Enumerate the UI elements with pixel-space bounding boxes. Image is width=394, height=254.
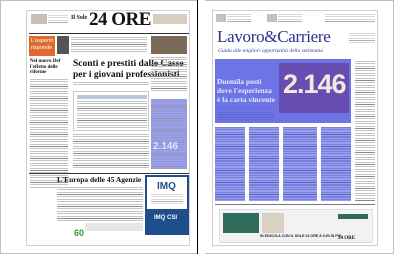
promo-book-cover: [223, 213, 259, 233]
highlight-number: 2.146: [153, 141, 179, 152]
lead-headline-2: dove l'esperienza: [217, 86, 272, 95]
article-block-2: [249, 127, 279, 201]
footer-number: 60: [74, 228, 85, 238]
lead-standfirst: [217, 107, 275, 121]
promo-badge: [338, 214, 368, 219]
bottom-rule: [215, 204, 375, 205]
promo-text-1: [227, 14, 251, 22]
left-column-title: Nel nuovo Def l'effetto delle riforme: [30, 59, 61, 75]
table-rows: [77, 101, 147, 129]
promo-banner[interactable]: IN EDICOLA CON IL SOLE 24 ORE A 9,90 IN …: [219, 209, 373, 243]
article-block-4-text: [321, 127, 351, 201]
lead-headline-3: è la carta vincente: [217, 95, 276, 104]
promo-brand: 24 ORE: [338, 236, 356, 241]
promo-book-image: [262, 213, 284, 233]
promo-caption: IN EDICOLA CON IL SOLE 24 ORE A 9,90 IN …: [260, 234, 342, 238]
promo-text: [48, 15, 68, 24]
promo-image: [153, 14, 187, 24]
masthead-title: 24 ORE: [89, 10, 151, 30]
section-label-line-1: L'esperto: [31, 38, 54, 44]
masthead-rule: [29, 33, 189, 34]
article-block-1: [215, 127, 245, 201]
article-block-3-text: [283, 127, 317, 201]
right-column-text: [355, 61, 375, 201]
article-block-4: [321, 127, 351, 201]
data-table: [73, 91, 149, 131]
supplement-subtitle: Guida alle migliori opportunità della se…: [218, 48, 323, 54]
issue-info: [349, 33, 375, 43]
masthead-prefix: Il Sole: [71, 15, 88, 21]
promo-thumb-1: [216, 14, 226, 22]
promo-thumb-2: [267, 14, 277, 22]
article-block-3: [283, 127, 317, 201]
lead-headline-1: Duemila posti: [217, 77, 262, 86]
ad-copy: [151, 194, 183, 206]
supplement-title: Lavoro&Carriere: [217, 27, 331, 46]
supplement-front-page[interactable]: Lavoro&Carriere Guida alle migliori oppo…: [212, 10, 378, 246]
advertisement[interactable]: IMQ IMQ CSI: [145, 175, 189, 235]
newspaper-front-page[interactable]: Il Sole 24 ORE L'esperto risponde Sconti…: [26, 10, 190, 246]
promo-text-3: [325, 14, 375, 22]
main-subheadline: [73, 82, 149, 86]
highlighted-column: 2.146: [151, 99, 187, 169]
article-body-text: [73, 134, 149, 170]
top-teaser-image: [151, 36, 187, 54]
promo-thumbnail: [31, 14, 47, 24]
section-label-line-2: risponde: [31, 45, 53, 51]
article-block-2-text: [249, 127, 279, 201]
section-rule: [29, 173, 189, 174]
promo-text-2: [278, 14, 302, 22]
author-photo: [57, 36, 69, 54]
page-divider: [197, 0, 205, 254]
right-column-text: [151, 57, 187, 93]
ad-logos: IMQ CSI: [154, 215, 178, 221]
top-teaser-text: [71, 37, 147, 53]
highlighted-column-text: [151, 99, 187, 169]
ad-brand: IMQ: [157, 181, 176, 192]
footer-box: [85, 223, 143, 231]
section-label-box: L'esperto risponde: [29, 36, 55, 56]
article-block-1-text: [215, 127, 245, 201]
europe-headline: L'Europa delle 45 Agenzie: [57, 175, 142, 184]
table-header: [77, 95, 147, 99]
big-number: 2.146: [283, 69, 347, 99]
europe-article-text: [57, 187, 143, 223]
